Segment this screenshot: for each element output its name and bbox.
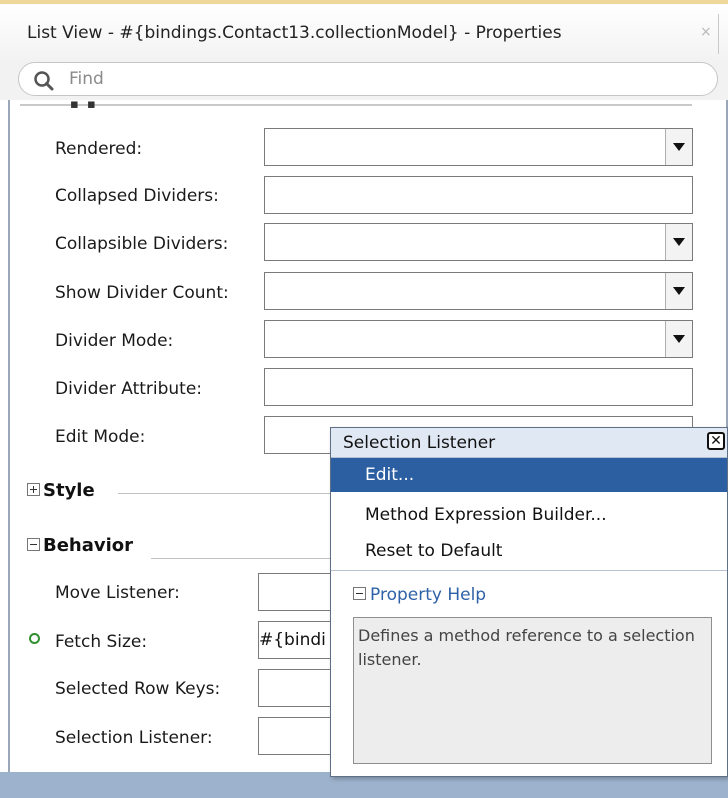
search-icon <box>34 71 54 91</box>
dropdown-arrow-icon[interactable] <box>665 321 692 357</box>
collapse-icon[interactable] <box>353 587 366 600</box>
selected-row-keys-input[interactable] <box>258 669 338 707</box>
property-help-label: Property Help <box>370 585 487 605</box>
divider <box>718 14 719 54</box>
property-label-rendered: Rendered: <box>55 139 143 159</box>
property-label-divider-attribute: Divider Attribute: <box>55 379 203 399</box>
property-label-edit-mode: Edit Mode: <box>55 427 146 447</box>
search-bar: Find <box>0 58 728 100</box>
property-label-selection-listener: Selection Listener: <box>55 728 213 748</box>
collapsible-dividers-select[interactable] <box>264 223 693 261</box>
show-divider-count-select[interactable] <box>264 272 693 310</box>
menu-item-label: Reset to Default <box>365 541 503 561</box>
divider-mode-select[interactable] <box>264 320 693 358</box>
section-style-label: Style <box>43 480 95 501</box>
menu-item-edit[interactable]: Edit... <box>331 458 727 492</box>
modified-indicator-icon <box>29 633 40 644</box>
rendered-select[interactable] <box>264 128 693 166</box>
close-tab-icon[interactable]: × <box>700 24 712 40</box>
property-help-toggle[interactable]: Property Help <box>353 585 486 605</box>
divider-attribute-input[interactable] <box>264 368 693 406</box>
property-label-move-listener: Move Listener: <box>55 583 180 603</box>
dropdown-arrow-icon[interactable] <box>665 224 692 260</box>
property-label-selected-row-keys: Selected Row Keys: <box>55 679 221 699</box>
window-title: List View - #{bindings.Contact13.collect… <box>27 23 562 43</box>
close-icon[interactable]: ✕ <box>707 432 725 450</box>
property-help-text: Defines a method reference to a selectio… <box>358 626 695 669</box>
property-help-box: Defines a method reference to a selectio… <box>353 617 712 764</box>
menu-item-label: Method Expression Builder... <box>365 505 607 525</box>
collapse-icon[interactable] <box>27 538 40 551</box>
property-label-collapsed-dividers: Collapsed Dividers: <box>55 186 219 206</box>
expand-icon[interactable] <box>27 483 40 496</box>
dropdown-arrow-icon[interactable] <box>665 273 692 309</box>
fetch-size-input[interactable]: #{bindi <box>258 621 338 659</box>
collapsed-section-edge: ▪ ▪ <box>20 97 692 112</box>
collapsed-dividers-input[interactable] <box>264 176 693 214</box>
dropdown-arrow-icon[interactable] <box>665 129 692 165</box>
property-label-show-divider-count: Show Divider Count: <box>55 283 229 303</box>
selection-listener-input[interactable] <box>258 717 338 755</box>
section-behavior[interactable]: Behavior <box>27 535 133 556</box>
popup-title-bar: Selection Listener ✕ <box>331 428 727 458</box>
property-label-fetch-size: Fetch Size: <box>55 632 148 652</box>
section-behavior-label: Behavior <box>43 535 134 556</box>
move-listener-input[interactable] <box>258 573 338 611</box>
menu-item-reset-to-default[interactable]: Reset to Default <box>331 534 727 568</box>
property-label-divider-mode: Divider Mode: <box>55 331 174 351</box>
popup-title: Selection Listener <box>343 433 496 453</box>
menu-item-label: Edit... <box>365 465 415 485</box>
search-input[interactable]: Find <box>18 62 718 96</box>
title-bar: List View - #{bindings.Contact13.collect… <box>0 0 728 58</box>
selection-listener-popup: Selection Listener ✕ Edit... Method Expr… <box>330 427 728 777</box>
property-label-collapsible-dividers: Collapsible Dividers: <box>55 234 229 254</box>
divider <box>331 570 727 571</box>
menu-item-method-expression-builder[interactable]: Method Expression Builder... <box>331 498 727 532</box>
section-style[interactable]: Style <box>27 480 95 501</box>
search-placeholder: Find <box>69 69 104 89</box>
